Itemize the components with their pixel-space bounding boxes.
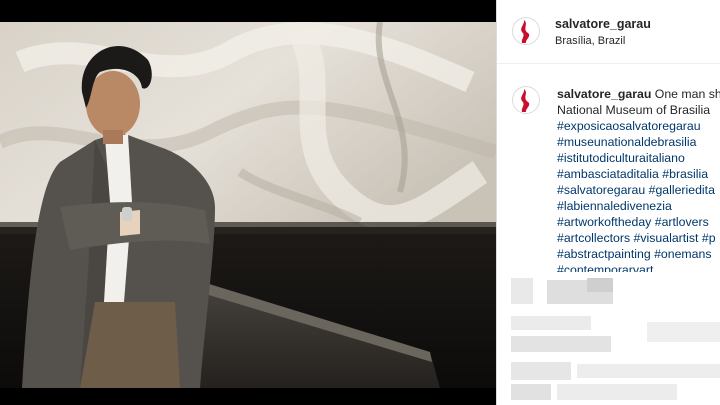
hashtag-line[interactable]: #artworkoftheday #artlovers [557,214,720,230]
red-brushstroke-icon [521,89,530,112]
post-photo [0,22,496,388]
hashtag-line[interactable]: #artcollectors #visualartist #p [557,230,720,246]
hashtag-line[interactable]: #istitutodiculturaitaliano [557,150,720,166]
caption-avatar[interactable] [512,86,540,114]
caption-text-2: National Museum of Brasilia [557,103,711,117]
hashtag-line[interactable]: #contemporaryart [557,262,720,272]
post-side-panel: salvatore_garau Brasília, Brazil salvato… [496,0,720,405]
caption-username[interactable]: salvatore_garau [557,87,651,101]
header-location[interactable]: Brasília, Brazil [555,35,625,47]
header-username[interactable]: salvatore_garau [555,17,651,31]
hashtag-line[interactable]: #ambasciataditalia #brasilia [557,166,720,182]
hashtag-line[interactable]: #labiennaledivenezia [557,198,720,214]
post-caption: salvatore_garau One man sh National Muse… [557,86,720,272]
pixelated-comments [497,272,720,405]
hashtag-line[interactable]: #salvatoregarau #galleriedita [557,182,720,198]
hashtag-line[interactable]: #exposicaosalvatoregarau [557,118,720,134]
post-header: salvatore_garau Brasília, Brazil [497,0,720,64]
caption-line-1: salvatore_garau One man sh [557,86,720,102]
hashtag-line[interactable]: #abstractpainting #onemans [557,246,720,262]
red-brushstroke-icon [521,20,530,43]
profile-avatar[interactable] [512,17,540,45]
hashtag-line[interactable]: #museunationaldebrasilia [557,134,720,150]
post-image[interactable] [0,0,496,405]
caption-text-1: One man sh [654,87,720,101]
